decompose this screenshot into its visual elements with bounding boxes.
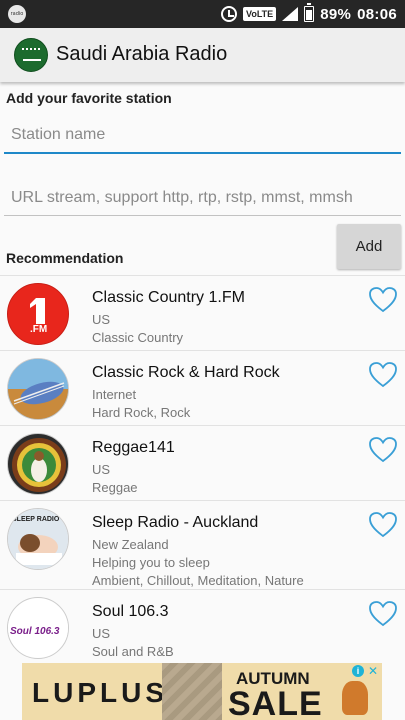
station-item[interactable]: .FM Classic Country 1.FM US Classic Coun… [0, 276, 405, 351]
logo-text: .FM [30, 324, 47, 335]
station-logo-icon: SLEEP RADIO [7, 508, 69, 570]
station-name: Soul 106.3 [92, 603, 169, 620]
app-title: Saudi Arabia Radio [56, 43, 228, 65]
alarm-icon [221, 6, 238, 22]
ad-scarf-image [162, 663, 222, 720]
url-stream-input[interactable] [4, 180, 401, 216]
ad-banner[interactable]: LUPLUS AUTUMN SALE i ✕ [22, 663, 382, 720]
status-indicators: VoLTE 89% 08:06 [221, 0, 397, 28]
signal-icon [282, 7, 299, 21]
station-list[interactable]: .FM Classic Country 1.FM US Classic Coun… [0, 275, 405, 660]
station-name-input[interactable] [4, 118, 401, 154]
station-logo-icon: Soul 106.3 [7, 597, 69, 659]
station-tagline: Helping you to sleep [92, 555, 210, 570]
station-genre: Soul and R&B [92, 644, 174, 659]
heart-icon[interactable] [368, 361, 398, 389]
ad-fox-image [342, 681, 368, 715]
station-item[interactable]: Soul 106.3 Soul 106.3 US Soul and R&B [0, 590, 405, 660]
station-country: New Zealand [92, 537, 169, 552]
station-country: US [92, 626, 111, 641]
volte-badge: VoLTE [243, 7, 277, 21]
heart-icon[interactable] [368, 600, 398, 628]
station-name: Sleep Radio - Auckland [92, 514, 259, 531]
station-name: Classic Rock & Hard Rock [92, 364, 280, 381]
battery-icon [304, 3, 315, 22]
ad-brand: LUPLUS [32, 677, 168, 708]
station-name: Reggae141 [92, 439, 175, 456]
ad-line2: SALE [228, 685, 323, 720]
station-name: Classic Country 1.FM [92, 289, 245, 306]
station-country: US [92, 462, 111, 477]
station-genre: Reggae [92, 480, 138, 495]
station-item[interactable]: Classic Rock & Hard Rock Internet Hard R… [0, 351, 405, 426]
add-station-heading: Add your favorite station [6, 90, 172, 106]
station-country: Internet [92, 387, 137, 402]
add-button[interactable]: Add [337, 224, 401, 269]
app-bar: Saudi Arabia Radio [0, 28, 405, 82]
clock: 08:06 [357, 5, 397, 23]
heart-icon[interactable] [368, 286, 398, 314]
notification-icon: radio [8, 5, 26, 23]
status-bar: radio VoLTE 89% 08:06 [0, 0, 405, 28]
station-item[interactable]: Reggae141 US Reggae [0, 426, 405, 501]
recommendation-heading: Recommendation [6, 250, 124, 266]
station-genre: Classic Country [92, 330, 184, 345]
station-logo-icon [7, 433, 69, 495]
station-country: US [92, 312, 111, 327]
station-genre: Hard Rock, Rock [92, 405, 191, 420]
ad-info-icon[interactable]: i [352, 665, 364, 677]
saudi-flag-icon [14, 38, 48, 72]
station-item[interactable]: SLEEP RADIO Sleep Radio - Auckland New Z… [0, 501, 405, 590]
heart-icon[interactable] [368, 511, 398, 539]
station-genre: Ambient, Chillout, Meditation, Nature [92, 573, 304, 588]
station-logo-icon: .FM [7, 283, 69, 345]
logo-text: Soul 106.3 [10, 626, 60, 637]
logo-text: SLEEP RADIO [12, 516, 60, 523]
ad-close-icon[interactable]: ✕ [367, 665, 379, 677]
station-logo-icon [7, 358, 69, 420]
heart-icon[interactable] [368, 436, 398, 464]
battery-percent: 89% [320, 5, 352, 23]
